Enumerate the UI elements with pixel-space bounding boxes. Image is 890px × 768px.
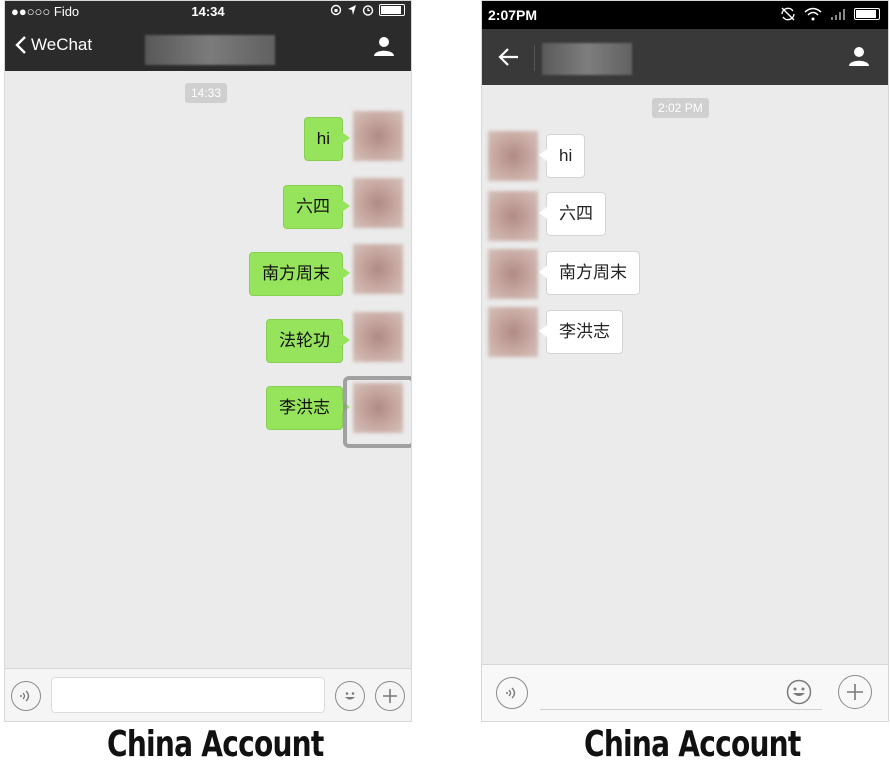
message-input[interactable] xyxy=(51,677,325,713)
battery-icon xyxy=(379,4,405,16)
input-bar xyxy=(5,668,411,721)
sync-off-icon xyxy=(781,7,795,21)
nav-bar xyxy=(482,29,888,85)
message-bubble[interactable]: 李洪志 xyxy=(266,386,350,430)
blurred-contact-name xyxy=(145,35,275,65)
avatar[interactable] xyxy=(488,307,538,357)
avatar[interactable] xyxy=(353,244,403,294)
android-wechat-screen: 2:07PM 2:02 PM hi 六四 南方周末 李洪志 xyxy=(481,0,889,722)
message-timestamp: 2:02 PM xyxy=(652,98,709,118)
input-bar xyxy=(482,664,888,721)
emoji-icon xyxy=(345,692,355,700)
message-bubble[interactable]: 南方周末 xyxy=(249,252,350,296)
emoji-button[interactable] xyxy=(335,681,365,711)
message-bubble[interactable]: hi xyxy=(303,117,351,161)
more-button[interactable] xyxy=(838,675,872,709)
back-label: WeChat xyxy=(31,35,93,54)
contact-profile-icon[interactable] xyxy=(373,35,395,57)
plus-icon xyxy=(383,689,397,703)
ios-wechat-screen: ●●○○○ Fido 14:34 WeChat 14:33 hi 六四 南方周末… xyxy=(4,0,412,722)
voice-icon xyxy=(506,687,516,699)
voice-button[interactable] xyxy=(11,681,41,711)
status-time: 2:07PM xyxy=(488,7,538,23)
emoji-icon xyxy=(786,679,812,705)
avatar[interactable] xyxy=(353,312,403,362)
blurred-contact-name xyxy=(542,43,632,75)
message-bubble[interactable]: 六四 xyxy=(539,192,606,236)
status-bar: ●●○○○ Fido 14:34 xyxy=(5,1,411,23)
wifi-icon xyxy=(804,7,822,21)
avatar[interactable] xyxy=(488,191,538,241)
back-button[interactable]: WeChat xyxy=(15,35,92,55)
back-arrow-icon[interactable] xyxy=(498,46,520,68)
voice-icon xyxy=(20,690,30,702)
lock-rotation-icon xyxy=(330,4,342,16)
nav-bar: WeChat xyxy=(5,23,411,71)
chevron-left-icon xyxy=(15,36,26,54)
message-bubble[interactable]: 六四 xyxy=(283,185,350,229)
right-caption: China Account xyxy=(584,724,801,765)
message-input[interactable] xyxy=(540,709,822,710)
message-bubble[interactable]: 南方周末 xyxy=(539,251,640,295)
contact-profile-icon[interactable] xyxy=(848,45,870,67)
message-timestamp: 14:33 xyxy=(185,83,228,103)
avatar[interactable] xyxy=(353,178,403,228)
avatar[interactable] xyxy=(488,131,538,181)
battery-icon xyxy=(854,8,880,20)
avatar[interactable] xyxy=(353,111,403,161)
message-bubble[interactable]: hi xyxy=(538,134,586,178)
status-bar: 2:07PM xyxy=(482,1,888,29)
location-icon xyxy=(348,5,356,15)
more-button[interactable] xyxy=(375,681,405,711)
avatar[interactable] xyxy=(488,249,538,299)
alarm-icon xyxy=(362,5,374,16)
nav-divider xyxy=(534,45,535,71)
avatar-highlight xyxy=(343,376,411,448)
emoji-button[interactable] xyxy=(786,679,812,710)
plus-icon xyxy=(847,684,863,700)
message-bubble[interactable]: 李洪志 xyxy=(539,310,623,354)
left-caption: China Account xyxy=(107,724,324,765)
message-bubble[interactable]: 法轮功 xyxy=(266,319,350,363)
signal-icon xyxy=(831,9,845,20)
voice-button[interactable] xyxy=(496,677,528,709)
